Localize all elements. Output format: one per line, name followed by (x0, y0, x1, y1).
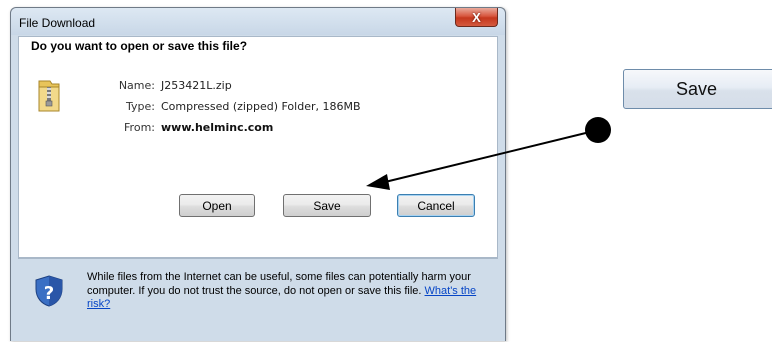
pointer-dot (585, 117, 611, 143)
pointer-arrow (366, 117, 611, 190)
